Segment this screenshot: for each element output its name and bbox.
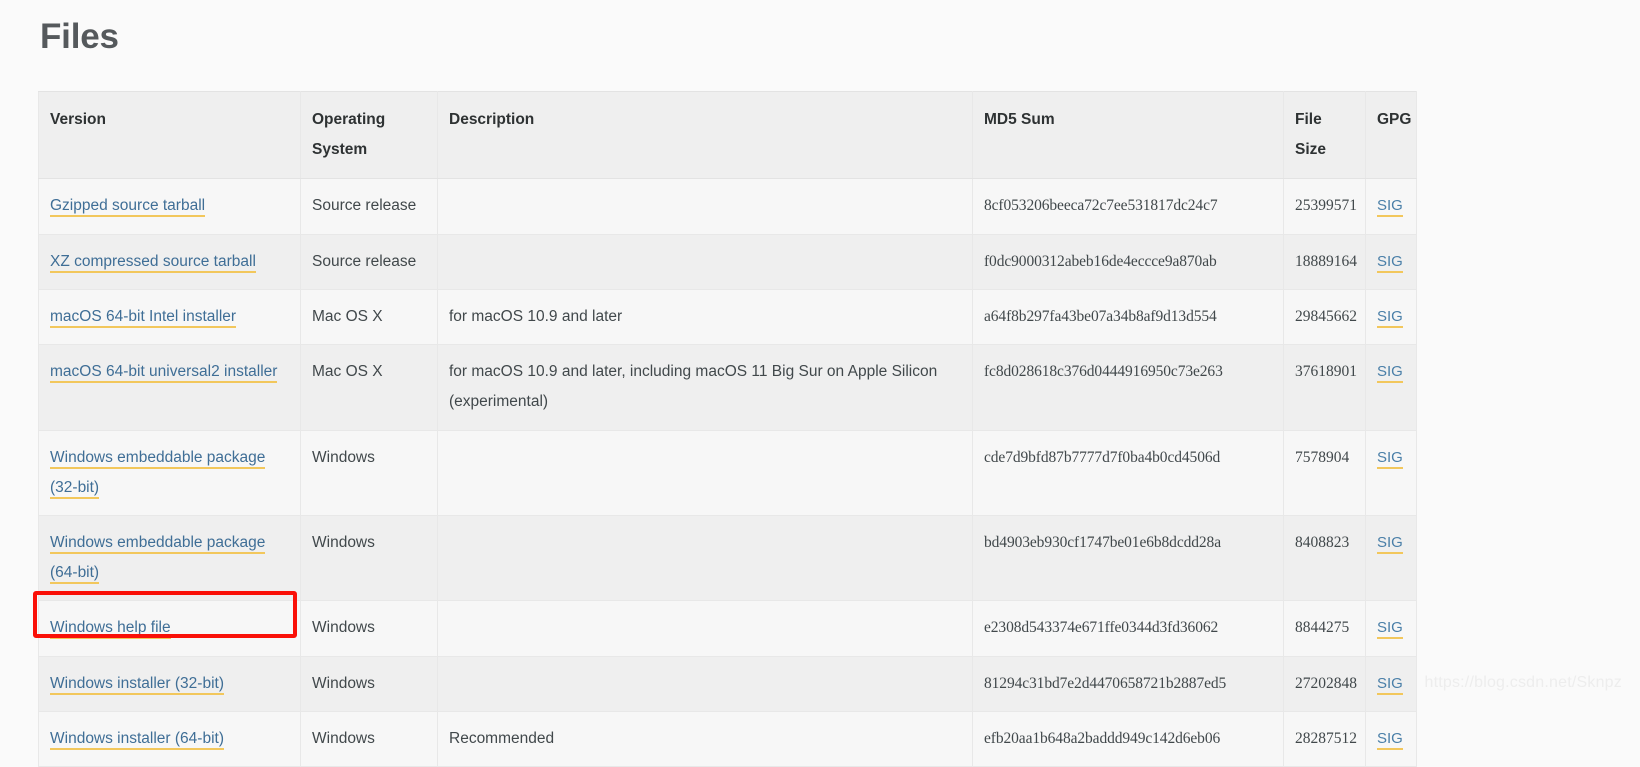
- cell-file-size: 7578904: [1283, 429, 1366, 516]
- cell-md5-sum: fc8d028618c376d0444916950c73e263: [972, 344, 1284, 431]
- cell-version: macOS 64-bit Intel installer: [38, 288, 301, 346]
- cell-file-size: 37618901: [1283, 344, 1366, 431]
- table-header: Version Operating System Description MD5…: [38, 90, 1417, 180]
- cell-md5-sum: 8cf053206beeca72c7ee531817dc24c7: [972, 178, 1284, 235]
- cell-gpg: SIG: [1365, 710, 1417, 767]
- cell-version: Windows embeddable package (32-bit): [38, 429, 301, 516]
- cell-file-size: 28287512: [1283, 710, 1366, 767]
- table-row: Windows embeddable package (64-bit) Windo…: [38, 514, 1417, 602]
- gpg-signature-link[interactable]: SIG: [1377, 619, 1403, 640]
- page-title: Files: [40, 17, 119, 56]
- version-download-link[interactable]: macOS 64-bit universal2 installer: [50, 363, 278, 384]
- cell-description: [437, 178, 973, 235]
- gpg-signature-link[interactable]: SIG: [1377, 674, 1403, 695]
- cell-description: [437, 429, 973, 516]
- cell-description: [437, 600, 973, 657]
- column-header-gpg: GPG: [1365, 90, 1417, 180]
- table-row: Windows installer (64-bit) Windows Recomme…: [38, 710, 1417, 767]
- cell-operating-system: Windows: [300, 600, 438, 657]
- cell-gpg: SIG: [1365, 600, 1417, 657]
- cell-description: for macOS 10.9 and later, including macO…: [437, 344, 973, 431]
- cell-version: Windows help file: [38, 600, 301, 657]
- table-row: Windows embeddable package (32-bit) Windo…: [38, 429, 1417, 516]
- version-download-link[interactable]: Gzipped source tarball: [50, 197, 206, 218]
- cell-operating-system: Windows: [300, 655, 438, 712]
- cell-file-size: 29845662: [1283, 288, 1366, 346]
- table-header-row: Version Operating System Description MD5…: [38, 90, 1417, 180]
- gpg-signature-link[interactable]: SIG: [1377, 448, 1403, 469]
- files-table: Version Operating System Description MD5…: [38, 90, 1417, 767]
- cell-description: for macOS 10.9 and later: [437, 288, 973, 346]
- cell-version: XZ compressed source tarball: [38, 233, 301, 290]
- cell-gpg: SIG: [1365, 233, 1417, 290]
- table-row: macOS 64-bit universal2 installer Mac OS …: [38, 344, 1417, 431]
- cell-description: [437, 233, 973, 290]
- cell-operating-system: Source release: [300, 233, 438, 290]
- cell-md5-sum: e2308d543374e671ffe0344d3fd36062: [972, 600, 1284, 657]
- cell-description: Recommended: [437, 710, 973, 767]
- cell-gpg: SIG: [1365, 655, 1417, 712]
- cell-version: Windows installer (64-bit): [38, 710, 301, 767]
- cell-md5-sum: efb20aa1b648a2baddd949c142d6eb06: [972, 710, 1284, 767]
- cell-gpg: SIG: [1365, 429, 1417, 516]
- cell-file-size: 18889164: [1283, 233, 1366, 290]
- table-row: XZ compressed source tarball Source relea…: [38, 233, 1417, 290]
- cell-file-size: 8844275: [1283, 600, 1366, 657]
- version-download-link[interactable]: Windows embeddable package (32-bit): [50, 448, 266, 499]
- table-row: Gzipped source tarball Source release 8cf0…: [38, 178, 1417, 235]
- column-header-os: Operating System: [300, 90, 438, 180]
- cell-operating-system: Source release: [300, 178, 438, 235]
- gpg-signature-link[interactable]: SIG: [1377, 252, 1403, 273]
- cell-version: Gzipped source tarball: [38, 178, 301, 235]
- files-table-container: Version Operating System Description MD5…: [38, 90, 1417, 767]
- cell-gpg: SIG: [1365, 344, 1417, 431]
- cell-operating-system: Windows: [300, 429, 438, 516]
- gpg-signature-link[interactable]: SIG: [1377, 363, 1403, 384]
- cell-description: [437, 655, 973, 712]
- cell-file-size: 25399571: [1283, 178, 1366, 235]
- column-header-version: Version: [38, 90, 301, 180]
- cell-md5-sum: cde7d9bfd87b7777d7f0ba4b0cd4506d: [972, 429, 1284, 516]
- cell-version: Windows embeddable package (64-bit): [38, 514, 301, 602]
- gpg-signature-link[interactable]: SIG: [1377, 197, 1403, 218]
- column-header-md5: MD5 Sum: [972, 90, 1284, 180]
- watermark: https://blog.csdn.net/Sknpz: [1424, 674, 1622, 691]
- cell-operating-system: Mac OS X: [300, 344, 438, 431]
- table-body: Gzipped source tarball Source release 8cf0…: [38, 178, 1417, 767]
- cell-description: [437, 514, 973, 602]
- cell-file-size: 8408823: [1283, 514, 1366, 602]
- column-header-description: Description: [437, 90, 973, 180]
- cell-file-size: 27202848: [1283, 655, 1366, 712]
- cell-gpg: SIG: [1365, 288, 1417, 346]
- cell-operating-system: Windows: [300, 514, 438, 602]
- version-download-link[interactable]: Windows embeddable package (64-bit): [50, 533, 266, 585]
- cell-operating-system: Windows: [300, 710, 438, 767]
- cell-gpg: SIG: [1365, 178, 1417, 235]
- version-download-link[interactable]: Windows installer (64-bit): [50, 729, 224, 750]
- version-download-link[interactable]: Windows help file: [50, 619, 171, 640]
- column-header-filesize: File Size: [1283, 90, 1366, 180]
- gpg-signature-link[interactable]: SIG: [1377, 307, 1403, 328]
- cell-operating-system: Mac OS X: [300, 288, 438, 346]
- table-row: macOS 64-bit Intel installer Mac OS Xfor …: [38, 288, 1417, 346]
- version-download-link[interactable]: XZ compressed source tarball: [50, 252, 256, 273]
- table-row: Windows installer (32-bit) Windows 81294c3…: [38, 655, 1417, 712]
- cell-version: Windows installer (32-bit): [38, 655, 301, 712]
- cell-md5-sum: a64f8b297fa43be07a34b8af9d13d554: [972, 288, 1284, 346]
- version-download-link[interactable]: macOS 64-bit Intel installer: [50, 307, 237, 328]
- cell-gpg: SIG: [1365, 514, 1417, 602]
- cell-md5-sum: bd4903eb930cf1747be01e6b8dcdd28a: [972, 514, 1284, 602]
- cell-version: macOS 64-bit universal2 installer: [38, 344, 301, 431]
- files-page: Files Version Operating System Descripti…: [0, 0, 1640, 767]
- cell-md5-sum: 81294c31bd7e2d4470658721b2887ed5: [972, 655, 1284, 712]
- gpg-signature-link[interactable]: SIG: [1377, 533, 1403, 554]
- table-row: Windows help file Windows e2308d543374e671…: [38, 600, 1417, 657]
- version-download-link[interactable]: Windows installer (32-bit): [50, 674, 224, 695]
- gpg-signature-link[interactable]: SIG: [1377, 729, 1403, 750]
- cell-md5-sum: f0dc9000312abeb16de4eccce9a870ab: [972, 233, 1284, 290]
